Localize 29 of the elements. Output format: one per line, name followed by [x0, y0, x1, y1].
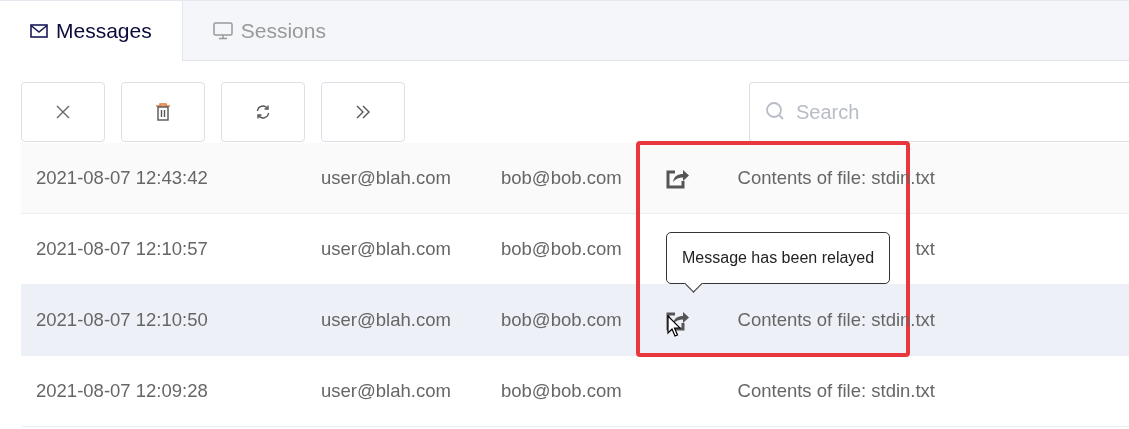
refresh-icon — [255, 104, 271, 120]
tooltip: Message has been relayed — [666, 232, 891, 292]
subject-cell: Contents of file: stdin.txt — [737, 380, 935, 402]
sender-cell-text: user@blah.com — [321, 309, 452, 331]
recipient-cell-text: bob@bob.com — [501, 309, 623, 331]
sender-cell-text: user@blah.com — [321, 238, 452, 260]
search-field[interactable]: Search — [749, 82, 1129, 142]
envelope-icon — [30, 23, 48, 38]
sender-cell-text: user@blah.com — [321, 380, 452, 402]
sender-cell-text: user@blah.com — [321, 167, 452, 189]
date-cell-text: 2021-08-07 12:09:28 — [36, 380, 209, 402]
monitor-icon — [212, 21, 233, 40]
refresh-button[interactable] — [221, 82, 305, 142]
search-icon — [765, 101, 785, 121]
trash-icon — [155, 103, 171, 121]
forward-button[interactable] — [321, 82, 405, 142]
close-button[interactable] — [21, 82, 105, 142]
subject-cell: txt — [915, 238, 935, 260]
table-row[interactable]: 2021-08-07 12:09:28 user@blah.com bob@bob.com Contents of file: stdin.txt — [21, 356, 1129, 427]
date-cell-text: 2021-08-07 12:10:50 — [36, 309, 209, 331]
date-cell-text: 2021-08-07 12:43:42 — [36, 167, 209, 189]
close-icon — [56, 105, 70, 119]
cursor-icon — [667, 315, 681, 337]
recipient-cell-text: bob@bob.com — [501, 380, 623, 402]
recipient-cell-text: bob@bob.com — [501, 167, 623, 189]
recipient-cell-text: bob@bob.com — [501, 238, 623, 260]
delete-button[interactable] — [121, 82, 205, 142]
date-cell-text: 2021-08-07 12:10:57 — [36, 238, 209, 260]
double-chevron-icon — [355, 105, 371, 119]
